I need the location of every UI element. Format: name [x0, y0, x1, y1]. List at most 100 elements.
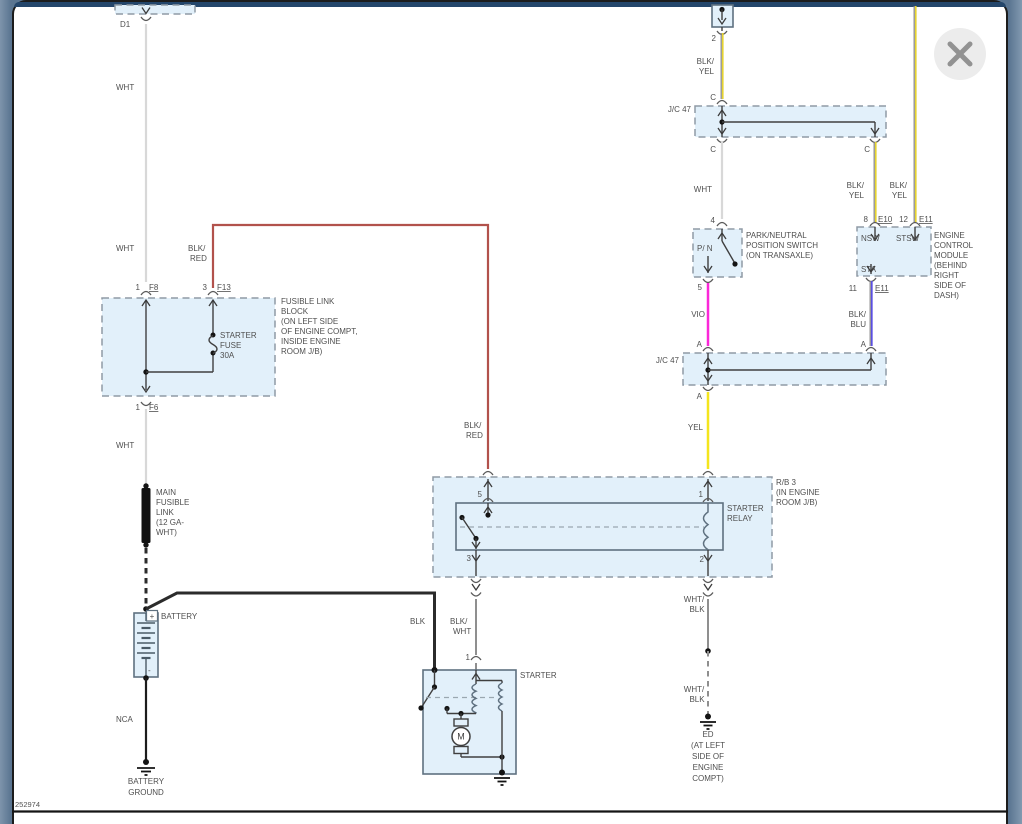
pin-f8-num: 1 [136, 283, 141, 292]
ed-note-4: ENGINE [693, 763, 724, 772]
starter-motor-icon: M [451, 718, 471, 755]
yel-label: YEL [688, 423, 704, 432]
junction-jc47-lower: A A J/C 47 A [656, 340, 887, 401]
relay-pin3: 3 [467, 554, 472, 563]
blk-yel-label-1b: YEL [699, 67, 715, 76]
wht-blk-label-1b: BLK [689, 605, 705, 614]
fuse-label-2: FUSE [220, 341, 241, 350]
motor-m-label: M [457, 732, 465, 742]
blk-yel-label-1a: BLK/ [697, 57, 715, 66]
flb-note-1: FUSIBLE LINK [281, 297, 335, 306]
pin-f6-num: 1 [136, 403, 141, 412]
ecm-nsw: NSW [861, 234, 880, 243]
battery-feed-wire: BLK [143, 591, 436, 668]
blk-yel-label-3b: YEL [892, 191, 908, 200]
blk-blu-label-b: BLU [850, 320, 866, 329]
ecm-e11b: E11 [875, 284, 889, 293]
d1-label: D1 [120, 20, 131, 29]
wht-label-1: WHT [116, 83, 134, 92]
a-left-label: A [697, 340, 703, 349]
park-neutral-switch: 4 P/ N 5 PARK/NEUTRAL POSITION SWITCH (O… [692, 216, 818, 292]
ignition-pin2: 2 [712, 34, 717, 43]
pnp-note-2: POSITION SWITCH [746, 241, 818, 250]
relay-pin2: 2 [700, 555, 705, 564]
starter-relay-block: 5 1 STARTER RELAY 3 2 R/B 3 (IN ENGINE R… [432, 470, 820, 597]
jc47-lower-label: J/C 47 [656, 356, 680, 365]
ed-note-3: SIDE OF [692, 752, 724, 761]
c-right-label: C [864, 145, 870, 154]
pnp-pin5: 5 [698, 283, 703, 292]
ed-note-1: ED [702, 730, 713, 739]
flb-note-6: ROOM J/B) [281, 347, 323, 356]
blk-yel-wire-right: BLK/ YEL [890, 6, 917, 222]
pin-f13: F13 [217, 283, 231, 292]
fuse-label-1: STARTER [220, 331, 257, 340]
pnp-positions: P/ N [697, 244, 713, 253]
ground-icon [700, 713, 716, 730]
c-left-label: C [710, 145, 716, 154]
starter-label: STARTER [520, 671, 557, 680]
blk-label: BLK [410, 617, 426, 626]
starter-pin1: 1 [466, 653, 471, 662]
blk-yel-wire-top: BLK/ YEL C [697, 33, 724, 102]
flb-note-3: (ON LEFT SIDE [281, 317, 338, 326]
ecm-note-4: (BEHIND [934, 261, 967, 270]
blk-yel-wire-mid: BLK/ YEL [847, 142, 877, 222]
ecm-e11: E11 [919, 215, 933, 224]
blk-red-label-1a: BLK/ [188, 244, 206, 253]
blk-wht-label-b: WHT [453, 627, 471, 636]
battery-ground: NCA BATTERY GROUND [116, 675, 165, 797]
ecm-pin11: 11 [849, 284, 858, 293]
pin-f13-num: 3 [203, 283, 208, 292]
wiring-diagram: D1 WHT WHT BLK/ RED BLK/ RED 1 F8 3 F13 … [12, 4, 1008, 813]
close-icon [947, 41, 973, 67]
relay-name-2: RELAY [727, 514, 753, 523]
relay-pin5: 5 [478, 490, 483, 499]
mfl-note-4: (12 GA- [156, 518, 184, 527]
wht-label-2: WHT [116, 244, 134, 253]
ecm-pin8: 8 [864, 215, 869, 224]
blk-red-label-2b: RED [466, 431, 483, 440]
ed-ground: WHT/ BLK WHT/ BLK ED (AT LEFT SIDE OF EN… [684, 595, 725, 783]
ecm-note-1: ENGINE [934, 231, 965, 240]
ecm-stsw: STSW [896, 234, 920, 243]
mfl-note-5: WHT) [156, 528, 177, 537]
ecm-note-7: DASH) [934, 291, 959, 300]
pnp-note-3: (ON TRANSAXLE) [746, 251, 813, 260]
battery: + - BATTERY [133, 609, 198, 678]
pnp-pin4: 4 [711, 216, 716, 225]
battery-minus: - [148, 666, 151, 675]
wht-label-4: WHT [694, 185, 712, 194]
relay-pin1: 1 [699, 490, 704, 499]
pin-f8: F8 [149, 283, 159, 292]
d1-connector: D1 [114, 4, 196, 29]
wht-label-3: WHT [116, 441, 134, 450]
main-fusible-link-icon [141, 488, 151, 543]
flb-note-5: INSIDE ENGINE [281, 337, 341, 346]
battery-plus: + [150, 612, 155, 621]
rb3-note-3: ROOM J/B) [776, 498, 818, 507]
close-button[interactable] [934, 28, 986, 80]
ecm-note-6: SIDE OF [934, 281, 966, 290]
blk-wht-wire: BLK/ WHT 1 [450, 599, 482, 670]
a-right-label: A [861, 340, 867, 349]
jc47-upper-label: J/C 47 [668, 105, 692, 114]
ecm-note-5: RIGHT [934, 271, 959, 280]
main-fusible-link: MAIN FUSIBLE LINK (12 GA- WHT) [141, 483, 189, 607]
ecm-note-3: MODULE [934, 251, 968, 260]
a-bottom-label: A [697, 392, 703, 401]
starter-assembly: STARTER M [418, 667, 557, 786]
nca-label: NCA [116, 715, 134, 724]
ed-note-2: (AT LEFT [691, 741, 725, 750]
junction-jc47-upper: J/C 47 C C [668, 99, 887, 154]
battery-label: BATTERY [161, 612, 198, 621]
vio-label: VIO [691, 310, 705, 319]
mfl-note-3: LINK [156, 508, 174, 517]
flb-note-2: BLOCK [281, 307, 309, 316]
blk-red-label-1b: RED [190, 254, 207, 263]
engine-control-module: 8 E10 12 E11 NSW STSW STA 11 E11 ENGINE … [849, 215, 974, 300]
blk-red-label-2a: BLK/ [464, 421, 482, 430]
wht-blk-label-2a: WHT/ [684, 685, 705, 694]
fusible-link-block: 1 F8 3 F13 1 F6 STARTER FUSE 30A FUSIBLE… [101, 283, 357, 412]
ecm-pin12: 12 [899, 215, 908, 224]
